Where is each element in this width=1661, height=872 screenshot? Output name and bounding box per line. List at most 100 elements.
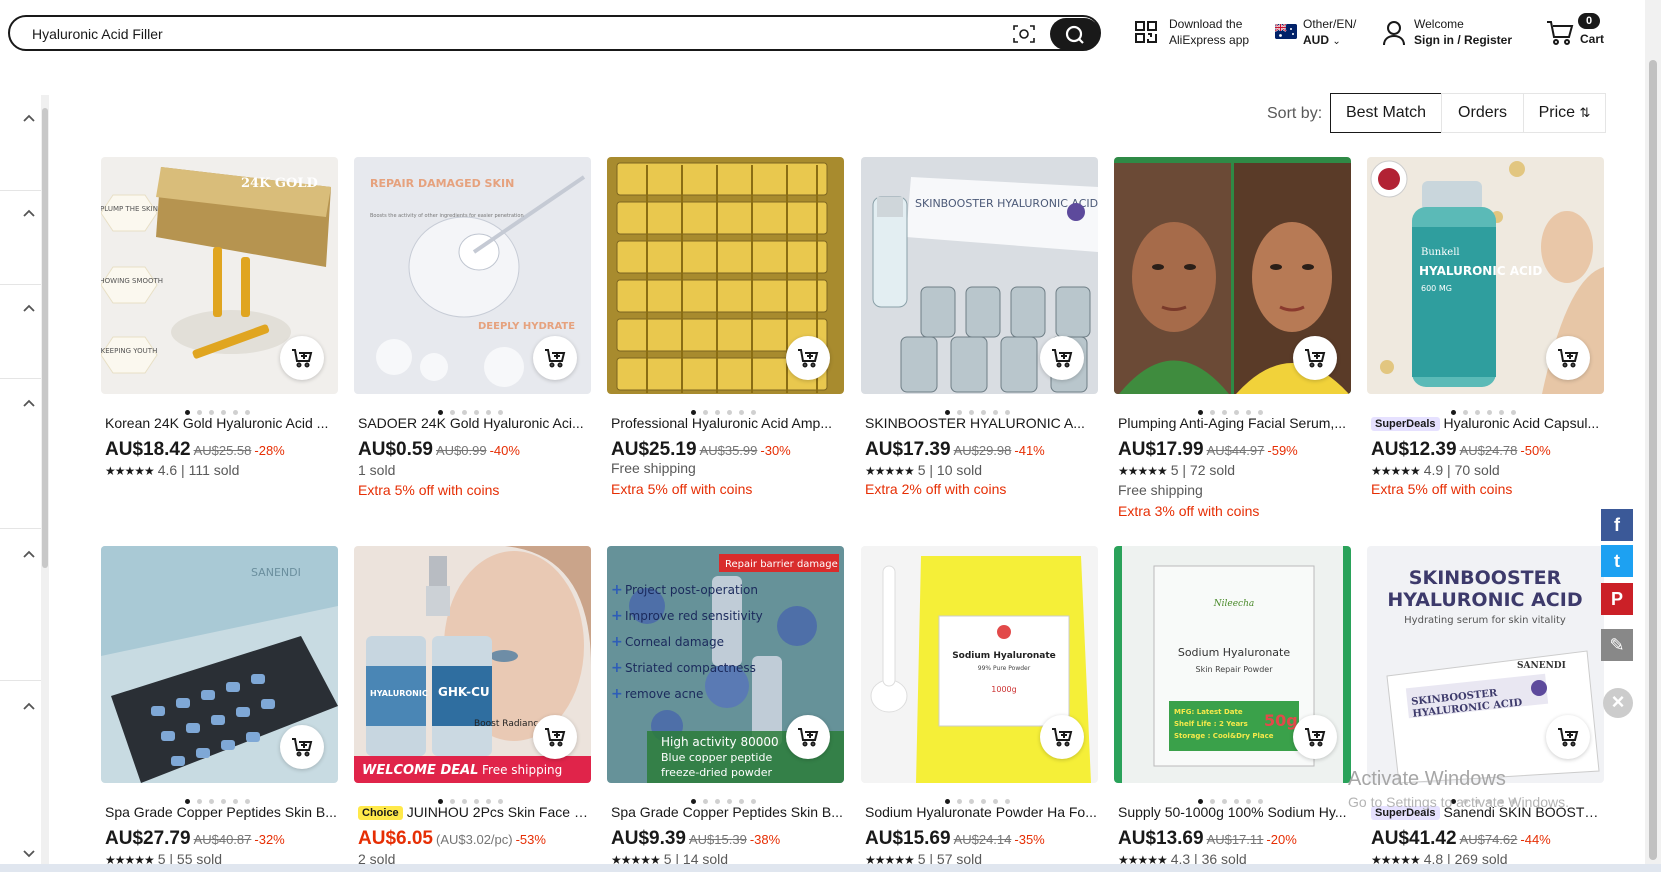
product-image[interactable]: Nileecha Sodium Hyaluronate Skin Repair … — [1114, 546, 1351, 783]
product-title[interactable]: JUINHOU 2Pcs Skin Face S... — [407, 804, 591, 820]
image-pager — [691, 402, 763, 415]
sign-in-link[interactable]: Sign in / Register — [1414, 33, 1512, 47]
add-to-cart-button[interactable] — [1040, 715, 1084, 759]
chevron-up-icon[interactable] — [22, 300, 40, 318]
product-image[interactable]: 24K GOLD PLUMP THE SKIN SHOWING SMOOTH K… — [101, 157, 338, 394]
product-card[interactable]: SANENDI Spa Grade Copper Peptides Skin B… — [101, 546, 338, 872]
chevron-up-icon[interactable] — [22, 110, 40, 128]
sort-by-label: Sort by: — [1267, 105, 1323, 122]
close-share-button[interactable]: × — [1603, 688, 1633, 718]
product-image[interactable]: HYALURONIC GHK-CU Boost Radiance WELCOME… — [354, 546, 591, 783]
image-subtext: Boosts the activity of other ingredients… — [370, 213, 524, 219]
product-image[interactable] — [1114, 157, 1351, 394]
divider — [0, 378, 41, 379]
product-card[interactable]: REPAIR DAMAGED SKIN Boosts the activity … — [354, 157, 591, 507]
product-image[interactable]: Bunkell HYALURONIC ACID 600 MG — [1367, 157, 1604, 394]
pinterest-share-button[interactable]: P — [1601, 583, 1633, 615]
activate-windows-watermark: Activate Windows — [1348, 768, 1506, 790]
rating-value: 4.9 — [1423, 462, 1444, 478]
image-pager — [691, 791, 763, 804]
price: AU$25.19 — [611, 439, 697, 460]
product-card[interactable]: Plumping Anti-Aging Facial Serum,... AU$… — [1114, 157, 1351, 519]
locale-selector[interactable]: Other/EN/ AUD ⌄ — [1303, 16, 1356, 50]
chevron-down-icon[interactable] — [22, 846, 40, 864]
product-title[interactable]: Sodium Hyaluronate Powder Ha Fo... — [865, 804, 1098, 820]
add-to-cart-button[interactable] — [280, 725, 324, 769]
image-text: Blue copper peptide — [661, 751, 772, 764]
download-app-link[interactable]: Download the AliExpress app — [1169, 16, 1249, 48]
product-title[interactable]: Spa Grade Copper Peptides Skin B... — [611, 804, 844, 820]
add-to-cart-button[interactable] — [786, 715, 830, 759]
product-title[interactable]: Professional Hyaluronic Acid Amp... — [611, 415, 844, 431]
image-search-button[interactable] — [1012, 23, 1036, 45]
package-brand: Nileecha — [1213, 599, 1255, 609]
product-title[interactable]: SKINBOOSTER HYALURONIC A... — [865, 415, 1098, 431]
search-button[interactable] — [1050, 18, 1100, 50]
add-to-cart-button[interactable] — [533, 715, 577, 759]
product-title-row[interactable]: Choice JUINHOU 2Pcs Skin Face S... — [358, 804, 591, 820]
search-input[interactable] — [32, 24, 932, 44]
divider — [0, 190, 41, 191]
add-to-cart-button[interactable] — [1546, 336, 1590, 380]
product-image[interactable] — [607, 157, 844, 394]
add-to-cart-button[interactable] — [1040, 336, 1084, 380]
page-scrollbar-thumb[interactable] — [1649, 60, 1657, 860]
close-icon: × — [1611, 689, 1625, 714]
product-title-row[interactable]: SuperDeals Hyaluronic Acid Capsul... — [1371, 415, 1604, 431]
coins-promo: Extra 2% off with coins — [865, 481, 1007, 497]
chevron-up-icon[interactable] — [22, 698, 40, 716]
product-card[interactable]: SKINBOOSTER HYALURONIC ACID Hydrating se… — [1367, 546, 1604, 872]
product-card[interactable]: Professional Hyaluronic Acid Amp... AU$2… — [607, 157, 844, 507]
svg-text:+: + — [611, 660, 623, 676]
discount: -44% — [1520, 832, 1551, 847]
camera-icon — [1013, 25, 1035, 43]
account-menu[interactable]: Welcome Sign in / Register — [1414, 16, 1512, 48]
add-to-cart-button[interactable] — [280, 336, 324, 380]
pinterest-icon: P — [1610, 589, 1623, 609]
product-title[interactable]: Supply 50-1000g 100% Sodium Hy... — [1118, 804, 1351, 820]
product-card[interactable]: 24K GOLD PLUMP THE SKIN SHOWING SMOOTH K… — [101, 157, 338, 507]
add-to-cart-button[interactable] — [1546, 715, 1590, 759]
box-label: SANENDI — [251, 566, 301, 579]
chevron-up-icon[interactable] — [22, 546, 40, 564]
price: AU$17.99 — [1118, 439, 1204, 460]
image-pager — [185, 402, 257, 415]
product-image[interactable]: SKINBOOSTER HYALURONIC ACID — [861, 157, 1098, 394]
product-image[interactable]: REPAIR DAMAGED SKIN Boosts the activity … — [354, 157, 591, 394]
sort-best-match[interactable]: Best Match — [1330, 93, 1442, 133]
product-card[interactable]: Bunkell HYALURONIC ACID 600 MG SuperDeal… — [1367, 157, 1604, 507]
sort-orders[interactable]: Orders — [1441, 93, 1524, 133]
edit-button[interactable]: ✎ — [1601, 629, 1633, 661]
product-image[interactable]: Repair barrier damage Project post-opera… — [607, 546, 844, 783]
product-image[interactable]: SKINBOOSTER HYALURONIC ACID Hydrating se… — [1367, 546, 1604, 783]
currency-label: AUD — [1303, 33, 1329, 47]
add-to-cart-button[interactable] — [1293, 715, 1337, 759]
product-title[interactable]: Spa Grade Copper Peptides Skin B... — [105, 804, 338, 820]
product-title[interactable]: SADOER 24K Gold Hyaluronic Aci... — [358, 415, 591, 431]
product-image[interactable]: SANENDI — [101, 546, 338, 783]
product-card[interactable]: SKINBOOSTER HYALURONIC ACID SKINBOOSTER … — [861, 157, 1098, 507]
product-card[interactable]: Sodium Hyaluronate 99% Pure Powder 1000g… — [861, 546, 1098, 872]
product-title[interactable]: Plumping Anti-Aging Facial Serum,... — [1118, 415, 1351, 431]
product-title[interactable]: Hyaluronic Acid Capsul... — [1444, 415, 1600, 431]
original-price: AU$40.87 — [193, 832, 252, 847]
product-card[interactable]: HYALURONIC GHK-CU Boost Radiance WELCOME… — [354, 546, 591, 872]
add-to-cart-button[interactable] — [533, 336, 577, 380]
facebook-share-button[interactable]: f — [1601, 509, 1633, 541]
coins-promo: Extra 5% off with coins — [1371, 481, 1513, 497]
product-card[interactable]: Repair barrier damage Project post-opera… — [607, 546, 844, 872]
add-to-cart-button[interactable] — [1293, 336, 1337, 380]
product-title[interactable]: Korean 24K Gold Hyaluronic Acid ... — [105, 415, 338, 431]
add-to-cart-button[interactable] — [786, 336, 830, 380]
unit-price: (AU$3.02/pc) — [436, 832, 513, 847]
product-image[interactable]: Sodium Hyaluronate 99% Pure Powder 1000g — [861, 546, 1098, 783]
cart-label[interactable]: Cart — [1580, 31, 1604, 47]
sort-price[interactable]: Price ⇅ — [1523, 93, 1606, 133]
sidebar-scrollbar-thumb[interactable] — [42, 108, 48, 568]
product-card[interactable]: Nileecha Sodium Hyaluronate Skin Repair … — [1114, 546, 1351, 872]
cart-icon[interactable] — [1546, 20, 1574, 46]
twitter-share-button[interactable]: t — [1601, 545, 1633, 577]
chevron-up-icon[interactable] — [22, 205, 40, 223]
rating-row: ★★★★★ 5 | 10 sold — [865, 462, 983, 478]
chevron-up-icon[interactable] — [22, 395, 40, 413]
